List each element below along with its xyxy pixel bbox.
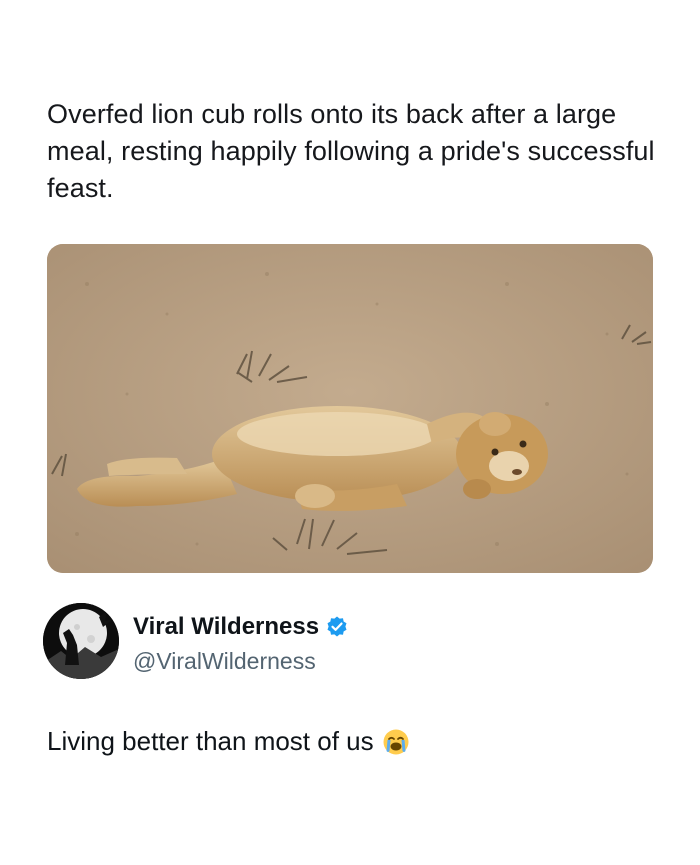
- author-name[interactable]: Viral Wilderness: [133, 613, 319, 641]
- loudly-crying-face-emoji-icon: [382, 728, 410, 756]
- avatar-icon: [43, 603, 119, 679]
- tweet-author[interactable]: Viral Wilderness @ViralWilderness: [43, 601, 603, 681]
- wolf-howling-moon-avatar[interactable]: [43, 603, 119, 679]
- author-name-row: Viral Wilderness: [133, 613, 349, 641]
- tweet-text: Living better than most of us: [47, 726, 374, 756]
- tweet-text-row: Living better than most of us: [47, 726, 410, 757]
- lion-cub-image: [47, 244, 653, 573]
- post-caption: Overfed lion cub rolls onto its back aft…: [47, 99, 655, 203]
- lion-cub-photo[interactable]: [47, 244, 653, 573]
- verified-badge-icon: [325, 615, 349, 639]
- author-handle[interactable]: @ViralWilderness: [133, 648, 316, 675]
